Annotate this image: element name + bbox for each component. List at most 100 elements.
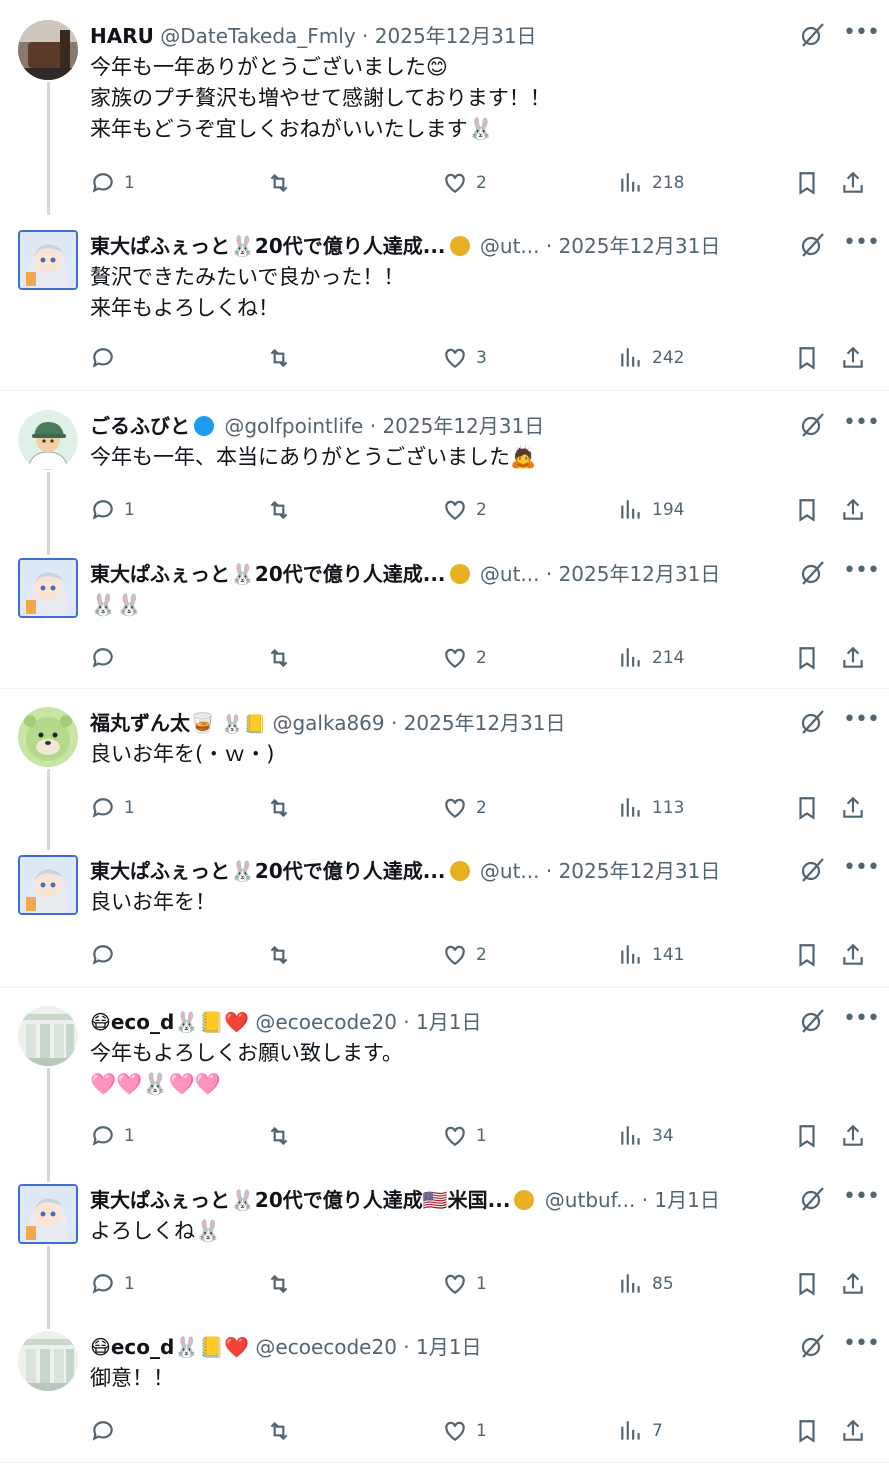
more-icon[interactable]: •••	[843, 22, 880, 48]
handle[interactable]: @ut...	[480, 234, 540, 258]
anime-avatar[interactable]	[18, 230, 78, 290]
tweet[interactable]: 😷eco_d🐰📒❤️ @ecoecode20 · 1月1日 ••• 今年もよろしくお…	[0, 1006, 889, 1182]
bookmark-button[interactable]	[794, 1121, 820, 1151]
retweet-button[interactable]	[266, 793, 292, 823]
like-button[interactable]: 1	[442, 1416, 487, 1446]
views-button[interactable]: 141	[618, 940, 684, 970]
grok-icon[interactable]	[799, 412, 825, 438]
like-button[interactable]: 2	[442, 643, 487, 673]
display-name[interactable]: 😷eco_d🐰📒❤️	[90, 1010, 249, 1034]
reply-button[interactable]: 1	[90, 495, 135, 525]
views-button[interactable]: 113	[618, 793, 684, 823]
views-button[interactable]: 7	[618, 1416, 663, 1446]
share-button[interactable]	[840, 168, 866, 198]
anime-avatar[interactable]	[18, 1184, 78, 1244]
tweet[interactable]: 福丸ずん太🥃 🐰📒 @galka869 · 2025年12月31日 ••• 良いお年…	[0, 707, 889, 850]
retweet-button[interactable]	[266, 940, 292, 970]
photo-avatar[interactable]	[18, 20, 78, 80]
grok-icon[interactable]	[799, 232, 825, 258]
bookmark-button[interactable]	[794, 495, 820, 525]
handle[interactable]: @galka869	[272, 711, 384, 735]
tweet[interactable]: 東大ぱふぇっと🐰20代で億り人達成🇺🇸米国... @utbuf... · 1月1…	[0, 1184, 889, 1329]
grok-icon[interactable]	[799, 1333, 825, 1359]
anime-avatar[interactable]	[18, 558, 78, 618]
like-button[interactable]: 2	[442, 495, 487, 525]
share-button[interactable]	[840, 495, 866, 525]
views-button[interactable]: 34	[618, 1121, 674, 1151]
more-icon[interactable]: •••	[843, 232, 880, 258]
like-button[interactable]: 3	[442, 343, 487, 373]
retweet-button[interactable]	[266, 1121, 292, 1151]
retweet-button[interactable]	[266, 168, 292, 198]
bookmark-button[interactable]	[794, 643, 820, 673]
tweet[interactable]: HARU @DateTakeda_Fmly · 2025年12月31日 ••• 今年…	[0, 20, 889, 215]
retweet-button[interactable]	[266, 495, 292, 525]
share-button[interactable]	[840, 1416, 866, 1446]
reply-button[interactable]: 1	[90, 168, 135, 198]
tweet[interactable]: 東大ぱふぇっと🐰20代で億り人達成... @ut... · 2025年12月31…	[0, 230, 889, 377]
building-avatar[interactable]	[18, 1331, 78, 1391]
display-name[interactable]: 福丸ずん太🥃	[90, 711, 215, 735]
bookmark-button[interactable]	[794, 940, 820, 970]
reply-button[interactable]: 1	[90, 1121, 135, 1151]
grok-icon[interactable]	[799, 1008, 825, 1034]
green-avatar[interactable]	[18, 707, 78, 767]
like-button[interactable]: 2	[442, 793, 487, 823]
more-icon[interactable]: •••	[843, 709, 880, 735]
share-button[interactable]	[840, 793, 866, 823]
anime-avatar[interactable]	[18, 855, 78, 915]
more-icon[interactable]: •••	[843, 1333, 880, 1359]
views-button[interactable]: 242	[618, 343, 684, 373]
handle[interactable]: @utbuf...	[545, 1188, 636, 1212]
more-icon[interactable]: •••	[843, 857, 880, 883]
like-button[interactable]: 2	[442, 940, 487, 970]
more-icon[interactable]: •••	[843, 412, 880, 438]
timestamp[interactable]: 2025年12月31日	[375, 24, 537, 48]
views-button[interactable]: 194	[618, 495, 684, 525]
display-name[interactable]: 東大ぱふぇっと🐰20代で億り人達成...	[90, 234, 446, 258]
reply-button[interactable]	[90, 343, 124, 373]
share-button[interactable]	[840, 1121, 866, 1151]
share-button[interactable]	[840, 643, 866, 673]
retweet-button[interactable]	[266, 1269, 292, 1299]
reply-button[interactable]	[90, 643, 124, 673]
like-button[interactable]: 1	[442, 1121, 487, 1151]
retweet-button[interactable]	[266, 643, 292, 673]
views-button[interactable]: 214	[618, 643, 684, 673]
grok-icon[interactable]	[799, 560, 825, 586]
more-icon[interactable]: •••	[843, 1008, 880, 1034]
display-name[interactable]: ごるふびと	[90, 414, 190, 438]
bookmark-button[interactable]	[794, 1269, 820, 1299]
display-name[interactable]: 東大ぱふぇっと🐰20代で億り人達成🇺🇸米国...	[90, 1188, 510, 1212]
grok-icon[interactable]	[799, 22, 825, 48]
timestamp[interactable]: 2025年12月31日	[559, 234, 721, 258]
tweet[interactable]: 😷eco_d🐰📒❤️ @ecoecode20 · 1月1日 ••• 御意！！ 1 7	[0, 1331, 889, 1450]
grok-icon[interactable]	[799, 857, 825, 883]
tweet[interactable]: 東大ぱふぇっと🐰20代で億り人達成... @ut... · 2025年12月31…	[0, 855, 889, 974]
timestamp[interactable]: 1月1日	[416, 1335, 481, 1359]
handle[interactable]: @ut...	[480, 859, 540, 883]
tweet[interactable]: 東大ぱふぇっと🐰20代で億り人達成... @ut... · 2025年12月31…	[0, 558, 889, 677]
retweet-button[interactable]	[266, 1416, 292, 1446]
grok-icon[interactable]	[799, 1186, 825, 1212]
more-icon[interactable]: •••	[843, 560, 880, 586]
bookmark-button[interactable]	[794, 168, 820, 198]
like-button[interactable]: 1	[442, 1269, 487, 1299]
share-button[interactable]	[840, 343, 866, 373]
golfer-avatar[interactable]	[18, 410, 78, 470]
handle[interactable]: @DateTakeda_Fmly	[160, 24, 355, 48]
timestamp[interactable]: 2025年12月31日	[382, 414, 544, 438]
timestamp[interactable]: 2025年12月31日	[404, 711, 566, 735]
share-button[interactable]	[840, 940, 866, 970]
display-name[interactable]: 😷eco_d🐰📒❤️	[90, 1335, 249, 1359]
timestamp[interactable]: 2025年12月31日	[559, 859, 721, 883]
building-avatar[interactable]	[18, 1006, 78, 1066]
handle[interactable]: @golfpointlife	[224, 414, 363, 438]
bookmark-button[interactable]	[794, 793, 820, 823]
timestamp[interactable]: 1月1日	[654, 1188, 719, 1212]
display-name[interactable]: 東大ぱふぇっと🐰20代で億り人達成...	[90, 859, 446, 883]
timestamp[interactable]: 2025年12月31日	[559, 562, 721, 586]
retweet-button[interactable]	[266, 343, 292, 373]
handle[interactable]: @ut...	[480, 562, 540, 586]
reply-button[interactable]	[90, 1416, 124, 1446]
